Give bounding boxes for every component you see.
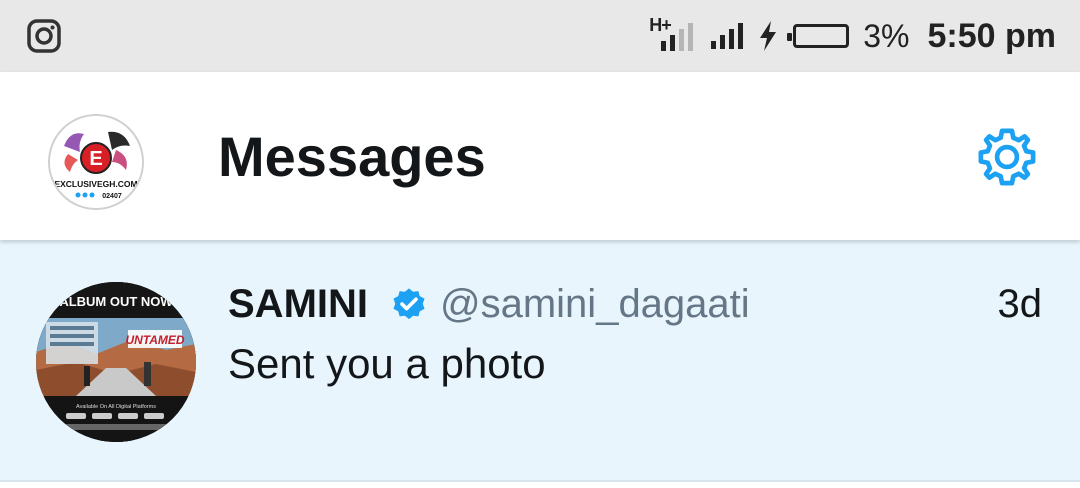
album-cover-image: ALBUM OUT NOW UNTAMED Available On All D… xyxy=(36,282,196,442)
status-bar: H+ 3% 5:50 pm xyxy=(0,0,1080,72)
message-preview: Sent you a photo xyxy=(228,340,546,387)
exclusivegh-logo-icon: E EXCLUSIVEGH.COM 02407 xyxy=(50,116,142,208)
instagram-icon xyxy=(27,19,61,53)
signal-icon xyxy=(711,23,744,49)
hplus-signal-icon: H+ xyxy=(649,15,694,53)
avatar[interactable]: ALBUM OUT NOW UNTAMED Available On All D… xyxy=(36,282,196,442)
svg-text:E: E xyxy=(89,148,102,170)
gear-icon[interactable] xyxy=(974,124,1040,190)
svg-text:ALBUM OUT NOW: ALBUM OUT NOW xyxy=(59,294,173,309)
app-header: E EXCLUSIVEGH.COM 02407 Messages xyxy=(0,72,1080,240)
svg-text:UNTAMED: UNTAMED xyxy=(125,333,184,347)
verified-badge-icon xyxy=(393,288,425,320)
battery-icon xyxy=(787,24,850,48)
message-timestamp: 3d xyxy=(997,282,1043,326)
contact-name: SAMINI xyxy=(228,282,368,326)
status-time: 5:50 pm xyxy=(927,16,1057,55)
contact-handle: @samini_dagaati xyxy=(440,282,750,326)
profile-avatar[interactable]: E EXCLUSIVEGH.COM 02407 xyxy=(48,114,144,210)
svg-text:Available On All Digital Platf: Available On All Digital Platforms xyxy=(76,404,156,410)
svg-text:EXCLUSIVEGH.COM: EXCLUSIVEGH.COM xyxy=(54,179,137,189)
svg-text:02407: 02407 xyxy=(102,193,122,200)
battery-percent: 3% xyxy=(863,17,910,54)
charging-icon xyxy=(760,21,777,51)
page-title: Messages xyxy=(218,125,486,188)
conversation-row[interactable]: ALBUM OUT NOW UNTAMED Available On All D… xyxy=(0,240,1080,482)
